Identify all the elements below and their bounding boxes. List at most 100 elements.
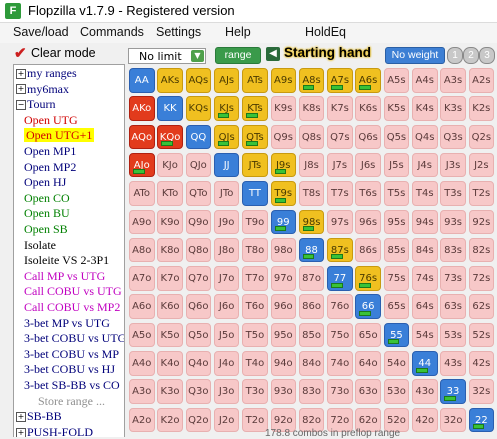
hand-cell-J6o[interactable]: J6o [213, 294, 240, 319]
hand-cell-A4o[interactable]: A4o [129, 351, 155, 376]
hand-cell-42o[interactable]: 42o [412, 407, 438, 433]
hand-cell-KQo[interactable]: KQo [157, 124, 183, 150]
hand-cell-T9o[interactable]: T9o [242, 209, 268, 234]
hand-cell-T6o[interactable]: T6o [242, 294, 268, 319]
hand-cell-88[interactable]: 88 [298, 237, 325, 263]
hand-cell-75o[interactable]: 75o [327, 322, 353, 348]
hand-cell-J5o[interactable]: J5o [213, 322, 240, 348]
weight-button-3[interactable]: 3 [479, 47, 495, 64]
hand-cell-97s[interactable]: 97s [327, 209, 353, 234]
hand-cell-52s[interactable]: 52s [468, 322, 495, 348]
tree-item[interactable]: + SB-BB [16, 408, 62, 424]
hand-cell-42s[interactable]: 42s [468, 351, 495, 376]
hand-cell-KJo[interactable]: KJo [157, 152, 183, 178]
hand-cell-Q4s[interactable]: Q4s [412, 124, 438, 150]
menu-help[interactable]: Help [225, 25, 251, 39]
hand-cell-63o[interactable]: 63o [355, 379, 381, 404]
hand-cell-JJ[interactable]: JJ [213, 152, 240, 178]
chevron-down-icon[interactable]: ▼ [191, 50, 204, 62]
hand-cell-K8o[interactable]: K8o [157, 237, 183, 263]
hand-cell-QJs[interactable]: QJs [213, 124, 240, 150]
menu-save-load[interactable]: Save/load [13, 25, 69, 39]
hand-cell-76s[interactable]: 76s [355, 266, 381, 291]
hand-cell-K7s[interactable]: K7s [327, 96, 353, 121]
hand-cell-J8o[interactable]: J8o [213, 237, 240, 263]
hand-cell-J3o[interactable]: J3o [213, 379, 240, 404]
hand-cell-75s[interactable]: 75s [383, 266, 410, 291]
menu-commands[interactable]: Commands [80, 25, 144, 39]
hand-cell-A9o[interactable]: A9o [129, 209, 155, 234]
hand-cell-85s[interactable]: 85s [383, 237, 410, 263]
hand-cell-87o[interactable]: 87o [298, 266, 325, 291]
hand-cell-AQo[interactable]: AQo [129, 124, 155, 150]
hand-cell-TT[interactable]: TT [242, 181, 268, 206]
hand-cell-43s[interactable]: 43s [440, 351, 466, 376]
hand-cell-85o[interactable]: 85o [298, 322, 325, 348]
hand-cell-AA[interactable]: AA [129, 68, 155, 93]
hand-cell-KTs[interactable]: KTs [242, 96, 268, 121]
expand-plus-icon[interactable]: + [16, 411, 26, 422]
hand-cell-Q3s[interactable]: Q3s [440, 124, 466, 150]
hand-cell-Q4o[interactable]: Q4o [185, 351, 212, 376]
tree-item[interactable]: Open SB [24, 221, 68, 237]
hand-cell-K3o[interactable]: K3o [157, 379, 183, 404]
hand-cell-98s[interactable]: 98s [298, 209, 325, 234]
hand-cell-86o[interactable]: 86o [298, 294, 325, 319]
tree-item[interactable]: + my ranges [16, 65, 77, 81]
hand-cell-K9s[interactable]: K9s [270, 96, 296, 121]
hand-cell-K6o[interactable]: K6o [157, 294, 183, 319]
hand-cell-J4s[interactable]: J4s [412, 152, 438, 178]
expand-plus-icon[interactable]: + [16, 68, 26, 79]
tree-item[interactable]: 3-bet SB-BB vs CO [24, 377, 120, 393]
hand-cell-55[interactable]: 55 [383, 322, 410, 348]
hand-cell-J9s[interactable]: J9s [270, 152, 296, 178]
hand-cell-T8o[interactable]: T8o [242, 237, 268, 263]
hand-cell-K4o[interactable]: K4o [157, 351, 183, 376]
menu-holdeq[interactable]: HoldEq [305, 25, 346, 39]
hand-cell-97o[interactable]: 97o [270, 266, 296, 291]
hand-cell-A7s[interactable]: A7s [327, 68, 353, 93]
hand-cell-T5o[interactable]: T5o [242, 322, 268, 348]
hand-cell-AJo[interactable]: AJo [129, 152, 155, 178]
no-weight-button[interactable]: No weight [385, 47, 445, 64]
hand-cell-Q5s[interactable]: Q5s [383, 124, 410, 150]
hand-cell-QJo[interactable]: QJo [185, 152, 212, 178]
hand-cell-J3s[interactable]: J3s [440, 152, 466, 178]
tree-item[interactable]: 3-bet COBU vs MP [24, 346, 119, 362]
hand-cell-K8s[interactable]: K8s [298, 96, 325, 121]
hand-cell-J4o[interactable]: J4o [213, 351, 240, 376]
hand-cell-65s[interactable]: 65s [383, 294, 410, 319]
tree-item[interactable]: − Tourn [16, 96, 56, 112]
hand-cell-54s[interactable]: 54s [412, 322, 438, 348]
hand-cell-94o[interactable]: 94o [270, 351, 296, 376]
hand-cell-T8s[interactable]: T8s [298, 181, 325, 206]
hand-cell-AKs[interactable]: AKs [157, 68, 183, 93]
hand-cell-K3s[interactable]: K3s [440, 96, 466, 121]
hand-cell-64s[interactable]: 64s [412, 294, 438, 319]
hand-cell-Q7s[interactable]: Q7s [327, 124, 353, 150]
hand-cell-KK[interactable]: KK [157, 96, 183, 121]
hand-cell-KJs[interactable]: KJs [213, 96, 240, 121]
tree-item[interactable]: Open CO [24, 190, 70, 206]
hand-cell-K6s[interactable]: K6s [355, 96, 381, 121]
tree-item[interactable]: 3-bet COBU vs UTG [24, 330, 124, 346]
hand-cell-Q9o[interactable]: Q9o [185, 209, 212, 234]
hand-cell-K2s[interactable]: K2s [468, 96, 495, 121]
hand-cell-J5s[interactable]: J5s [383, 152, 410, 178]
hand-cell-Q6o[interactable]: Q6o [185, 294, 212, 319]
hand-cell-96s[interactable]: 96s [355, 209, 381, 234]
tree-item[interactable]: 3-bet MP vs UTG [24, 315, 110, 331]
tree-item[interactable]: Call COBU vs MP2 [24, 299, 120, 315]
expand-plus-icon[interactable]: + [16, 427, 26, 437]
hand-cell-QQ[interactable]: QQ [185, 124, 212, 150]
tree-item[interactable]: Open MP1 [24, 143, 76, 159]
hand-cell-T7o[interactable]: T7o [242, 266, 268, 291]
collapse-minus-icon[interactable]: − [16, 99, 26, 110]
hand-cell-A8o[interactable]: A8o [129, 237, 155, 263]
hand-cell-93o[interactable]: 93o [270, 379, 296, 404]
clear-mode-label[interactable]: Clear mode [31, 46, 96, 60]
hand-cell-Q2o[interactable]: Q2o [185, 407, 212, 433]
hand-cell-QTs[interactable]: QTs [242, 124, 268, 150]
hand-cell-ATs[interactable]: ATs [242, 68, 268, 93]
hand-cell-A6s[interactable]: A6s [355, 68, 381, 93]
